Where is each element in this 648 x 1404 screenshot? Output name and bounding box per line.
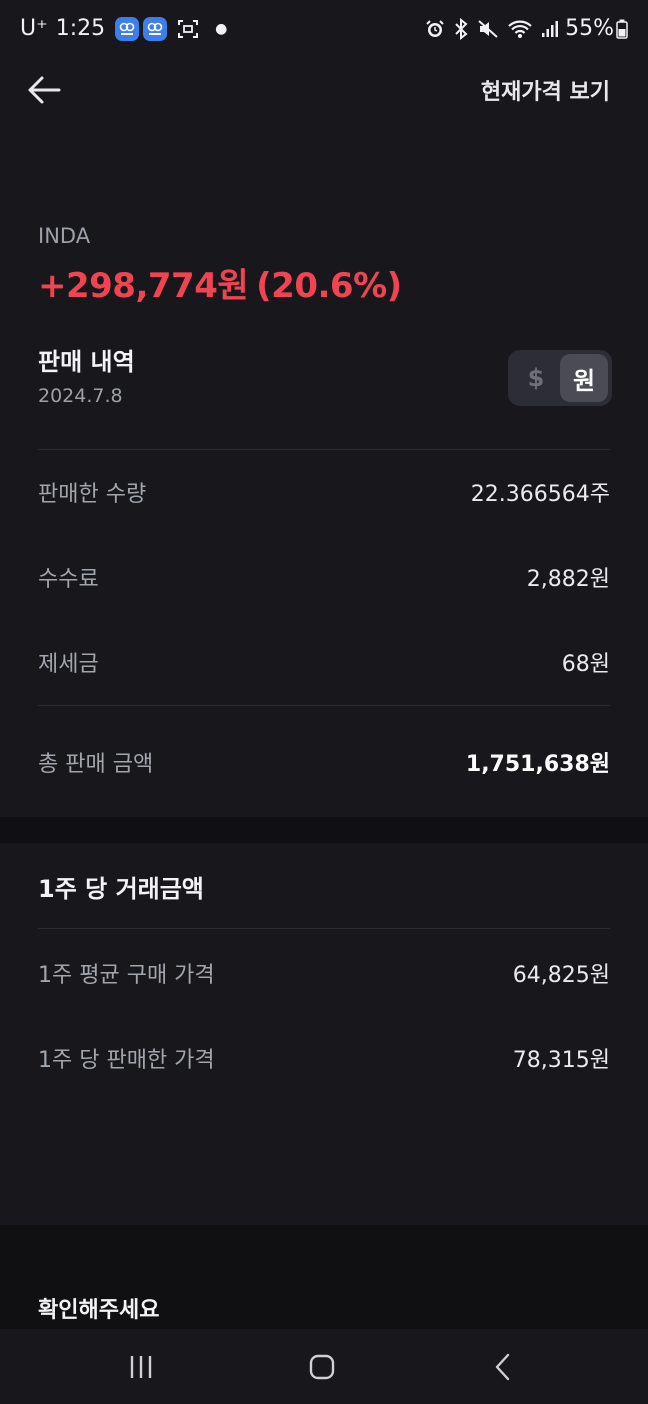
app-badge-icon [143, 16, 168, 41]
screen-capture-icon [177, 19, 199, 39]
sale-summary-card: INDA +298,774원 (20.6%) 판매 내역 2024.7.8 $ 원… [0, 120, 648, 817]
section-gap [0, 817, 648, 843]
back-icon [495, 1353, 510, 1381]
carrier-label: U⁺ [20, 16, 48, 41]
currency-option-krw[interactable]: 원 [560, 354, 608, 402]
battery-percent: 55% [565, 16, 614, 41]
row-value: 64,825원 [512, 963, 610, 988]
app-badge-icon [115, 16, 140, 41]
sale-history-title: 판매 내역 [38, 348, 135, 376]
row-label: 1주 당 판매한 가격 [38, 1048, 215, 1073]
tax-row: 제세금 68원 [38, 642, 610, 682]
system-back-button[interactable] [484, 1347, 524, 1387]
row-label: 총 판매 금액 [38, 752, 154, 777]
home-button[interactable] [302, 1347, 342, 1387]
currency-toggle[interactable]: $ 원 [508, 350, 612, 406]
status-bar-right: 55% [417, 16, 628, 41]
confirm-section-title: 확인해주세요 [38, 1298, 160, 1323]
profit-percent: (20.6%) [256, 266, 402, 306]
avg-buy-price-row: 1주 평균 구매 가격 64,825원 [38, 953, 610, 993]
total-sale-row: 총 판매 금액 1,751,638원 [38, 742, 610, 782]
home-icon [309, 1354, 335, 1380]
mute-icon [477, 19, 499, 39]
alarm-icon [425, 19, 445, 39]
divider [38, 449, 610, 450]
per-share-card: 1주 당 거래금액 1주 평균 구매 가격 64,825원 1주 당 판매한 가… [0, 843, 648, 1225]
system-nav-bar [0, 1329, 648, 1404]
row-label: 수수료 [38, 567, 99, 592]
row-label: 1주 평균 구매 가격 [38, 963, 215, 988]
sale-date: 2024.7.8 [38, 385, 123, 407]
per-share-title: 1주 당 거래금액 [38, 875, 204, 903]
view-current-price-button[interactable]: 현재가격 보기 [481, 74, 610, 106]
recent-apps-icon [130, 1356, 152, 1378]
top-bar: 현재가격 보기 [0, 60, 648, 120]
arrow-left-icon [28, 76, 61, 104]
signal-icon [541, 20, 559, 38]
notification-dot-icon: ● [215, 20, 228, 37]
sold-quantity-row: 판매한 수량 22.366564주 [38, 472, 610, 512]
row-value: 68원 [561, 652, 610, 677]
recent-apps-button[interactable] [121, 1347, 161, 1387]
clock: 1:25 [55, 16, 106, 41]
profit-amount: +298,774원 [38, 266, 249, 306]
bluetooth-icon [453, 17, 469, 40]
row-label: 판매한 수량 [38, 482, 147, 507]
ticker-symbol: INDA [38, 224, 91, 248]
currency-option-usd[interactable]: $ [512, 354, 560, 402]
row-value: 22.366564주 [470, 482, 610, 507]
divider [38, 928, 610, 929]
status-bar-left: U⁺ 1:25 ● [20, 16, 227, 41]
back-button[interactable] [26, 72, 62, 108]
divider [38, 705, 610, 706]
profit-display: +298,774원 (20.6%) [38, 258, 402, 307]
status-bar: U⁺ 1:25 ● 55% [0, 0, 648, 60]
sell-price-row: 1주 당 판매한 가격 78,315원 [38, 1038, 610, 1078]
battery-icon [616, 19, 628, 39]
row-value: 2,882원 [526, 567, 610, 592]
row-label: 제세금 [38, 652, 99, 677]
row-value: 1,751,638원 [465, 752, 610, 777]
wifi-icon [507, 19, 533, 39]
fee-row: 수수료 2,882원 [38, 557, 610, 597]
row-value: 78,315원 [512, 1048, 610, 1073]
